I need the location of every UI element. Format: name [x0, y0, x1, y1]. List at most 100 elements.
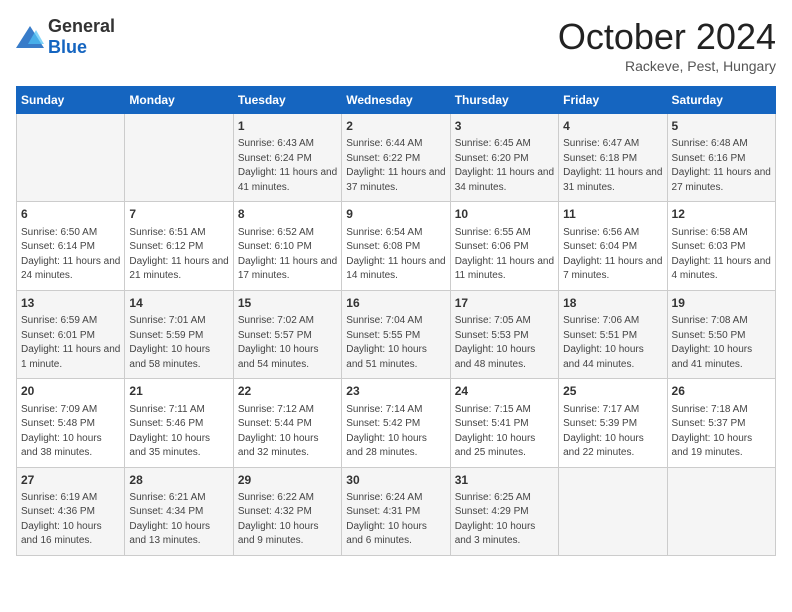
calendar-cell: 30 Sunrise: 6:24 AM Sunset: 4:31 PM Dayl… [342, 467, 450, 555]
cell-content: Sunrise: 6:21 AM Sunset: 4:34 PM Dayligh… [129, 491, 228, 549]
calendar-cell [17, 114, 125, 202]
day-number: 20 [21, 383, 120, 400]
calendar-cell: 1 Sunrise: 6:43 AM Sunset: 6:24 PM Dayli… [233, 114, 341, 202]
day-number: 23 [346, 383, 445, 400]
calendar-cell: 4 Sunrise: 6:47 AM Sunset: 6:18 PM Dayli… [559, 114, 667, 202]
day-number: 7 [129, 206, 228, 223]
cell-content: Sunrise: 7:02 AM Sunset: 5:57 PM Dayligh… [238, 314, 337, 372]
logo-icon [16, 26, 44, 48]
calendar-cell: 6 Sunrise: 6:50 AM Sunset: 6:14 PM Dayli… [17, 202, 125, 290]
cell-content: Sunrise: 7:05 AM Sunset: 5:53 PM Dayligh… [455, 314, 554, 372]
cell-content: Sunrise: 7:12 AM Sunset: 5:44 PM Dayligh… [238, 403, 337, 461]
location: Rackeve, Pest, Hungary [558, 58, 776, 74]
calendar-cell: 21 Sunrise: 7:11 AM Sunset: 5:46 PM Dayl… [125, 379, 233, 467]
cell-content: Sunrise: 6:25 AM Sunset: 4:29 PM Dayligh… [455, 491, 554, 549]
day-number: 3 [455, 118, 554, 135]
calendar-cell: 19 Sunrise: 7:08 AM Sunset: 5:50 PM Dayl… [667, 290, 775, 378]
day-number: 30 [346, 472, 445, 489]
cell-content: Sunrise: 6:24 AM Sunset: 4:31 PM Dayligh… [346, 491, 445, 549]
calendar-cell: 3 Sunrise: 6:45 AM Sunset: 6:20 PM Dayli… [450, 114, 558, 202]
cell-content: Sunrise: 6:48 AM Sunset: 6:16 PM Dayligh… [672, 137, 771, 195]
calendar-week-row: 6 Sunrise: 6:50 AM Sunset: 6:14 PM Dayli… [17, 202, 776, 290]
day-number: 13 [21, 295, 120, 312]
cell-content: Sunrise: 6:59 AM Sunset: 6:01 PM Dayligh… [21, 314, 120, 372]
cell-content: Sunrise: 7:14 AM Sunset: 5:42 PM Dayligh… [346, 403, 445, 461]
day-number: 18 [563, 295, 662, 312]
day-number: 29 [238, 472, 337, 489]
day-number: 21 [129, 383, 228, 400]
cell-content: Sunrise: 6:43 AM Sunset: 6:24 PM Dayligh… [238, 137, 337, 195]
weekday-header: Saturday [667, 87, 775, 114]
calendar-cell: 25 Sunrise: 7:17 AM Sunset: 5:39 PM Dayl… [559, 379, 667, 467]
calendar-cell: 14 Sunrise: 7:01 AM Sunset: 5:59 PM Dayl… [125, 290, 233, 378]
day-number: 15 [238, 295, 337, 312]
cell-content: Sunrise: 7:04 AM Sunset: 5:55 PM Dayligh… [346, 314, 445, 372]
cell-content: Sunrise: 6:51 AM Sunset: 6:12 PM Dayligh… [129, 226, 228, 284]
calendar-header-row: SundayMondayTuesdayWednesdayThursdayFrid… [17, 87, 776, 114]
calendar-cell [125, 114, 233, 202]
day-number: 4 [563, 118, 662, 135]
calendar-cell: 17 Sunrise: 7:05 AM Sunset: 5:53 PM Dayl… [450, 290, 558, 378]
day-number: 25 [563, 383, 662, 400]
calendar-cell: 16 Sunrise: 7:04 AM Sunset: 5:55 PM Dayl… [342, 290, 450, 378]
calendar-cell: 8 Sunrise: 6:52 AM Sunset: 6:10 PM Dayli… [233, 202, 341, 290]
day-number: 31 [455, 472, 554, 489]
calendar-cell: 11 Sunrise: 6:56 AM Sunset: 6:04 PM Dayl… [559, 202, 667, 290]
cell-content: Sunrise: 6:44 AM Sunset: 6:22 PM Dayligh… [346, 137, 445, 195]
cell-content: Sunrise: 7:09 AM Sunset: 5:48 PM Dayligh… [21, 403, 120, 461]
day-number: 27 [21, 472, 120, 489]
calendar-cell: 9 Sunrise: 6:54 AM Sunset: 6:08 PM Dayli… [342, 202, 450, 290]
cell-content: Sunrise: 7:01 AM Sunset: 5:59 PM Dayligh… [129, 314, 228, 372]
calendar-cell [667, 467, 775, 555]
calendar-cell: 22 Sunrise: 7:12 AM Sunset: 5:44 PM Dayl… [233, 379, 341, 467]
weekday-header: Wednesday [342, 87, 450, 114]
calendar-week-row: 20 Sunrise: 7:09 AM Sunset: 5:48 PM Dayl… [17, 379, 776, 467]
calendar-week-row: 1 Sunrise: 6:43 AM Sunset: 6:24 PM Dayli… [17, 114, 776, 202]
cell-content: Sunrise: 7:08 AM Sunset: 5:50 PM Dayligh… [672, 314, 771, 372]
weekday-header: Friday [559, 87, 667, 114]
cell-content: Sunrise: 7:11 AM Sunset: 5:46 PM Dayligh… [129, 403, 228, 461]
weekday-header: Thursday [450, 87, 558, 114]
day-number: 12 [672, 206, 771, 223]
day-number: 8 [238, 206, 337, 223]
cell-content: Sunrise: 6:19 AM Sunset: 4:36 PM Dayligh… [21, 491, 120, 549]
calendar-cell: 7 Sunrise: 6:51 AM Sunset: 6:12 PM Dayli… [125, 202, 233, 290]
weekday-header: Sunday [17, 87, 125, 114]
day-number: 22 [238, 383, 337, 400]
cell-content: Sunrise: 6:50 AM Sunset: 6:14 PM Dayligh… [21, 226, 120, 284]
day-number: 14 [129, 295, 228, 312]
logo-text: General Blue [48, 16, 115, 58]
weekday-header: Monday [125, 87, 233, 114]
calendar-cell: 15 Sunrise: 7:02 AM Sunset: 5:57 PM Dayl… [233, 290, 341, 378]
logo: General Blue [16, 16, 115, 58]
calendar-cell: 20 Sunrise: 7:09 AM Sunset: 5:48 PM Dayl… [17, 379, 125, 467]
calendar-cell: 10 Sunrise: 6:55 AM Sunset: 6:06 PM Dayl… [450, 202, 558, 290]
weekday-header: Tuesday [233, 87, 341, 114]
calendar-table: SundayMondayTuesdayWednesdayThursdayFrid… [16, 86, 776, 556]
cell-content: Sunrise: 6:58 AM Sunset: 6:03 PM Dayligh… [672, 226, 771, 284]
calendar-week-row: 27 Sunrise: 6:19 AM Sunset: 4:36 PM Dayl… [17, 467, 776, 555]
page-header: General Blue October 2024 Rackeve, Pest,… [16, 16, 776, 74]
cell-content: Sunrise: 6:47 AM Sunset: 6:18 PM Dayligh… [563, 137, 662, 195]
cell-content: Sunrise: 7:17 AM Sunset: 5:39 PM Dayligh… [563, 403, 662, 461]
calendar-cell: 27 Sunrise: 6:19 AM Sunset: 4:36 PM Dayl… [17, 467, 125, 555]
logo-general: General [48, 16, 115, 36]
cell-content: Sunrise: 6:22 AM Sunset: 4:32 PM Dayligh… [238, 491, 337, 549]
day-number: 6 [21, 206, 120, 223]
calendar-cell: 26 Sunrise: 7:18 AM Sunset: 5:37 PM Dayl… [667, 379, 775, 467]
calendar-cell [559, 467, 667, 555]
logo-blue: Blue [48, 37, 87, 57]
day-number: 17 [455, 295, 554, 312]
calendar-week-row: 13 Sunrise: 6:59 AM Sunset: 6:01 PM Dayl… [17, 290, 776, 378]
calendar-cell: 2 Sunrise: 6:44 AM Sunset: 6:22 PM Dayli… [342, 114, 450, 202]
cell-content: Sunrise: 6:52 AM Sunset: 6:10 PM Dayligh… [238, 226, 337, 284]
day-number: 28 [129, 472, 228, 489]
cell-content: Sunrise: 7:06 AM Sunset: 5:51 PM Dayligh… [563, 314, 662, 372]
calendar-cell: 13 Sunrise: 6:59 AM Sunset: 6:01 PM Dayl… [17, 290, 125, 378]
day-number: 26 [672, 383, 771, 400]
cell-content: Sunrise: 6:54 AM Sunset: 6:08 PM Dayligh… [346, 226, 445, 284]
cell-content: Sunrise: 6:55 AM Sunset: 6:06 PM Dayligh… [455, 226, 554, 284]
day-number: 10 [455, 206, 554, 223]
day-number: 5 [672, 118, 771, 135]
day-number: 9 [346, 206, 445, 223]
